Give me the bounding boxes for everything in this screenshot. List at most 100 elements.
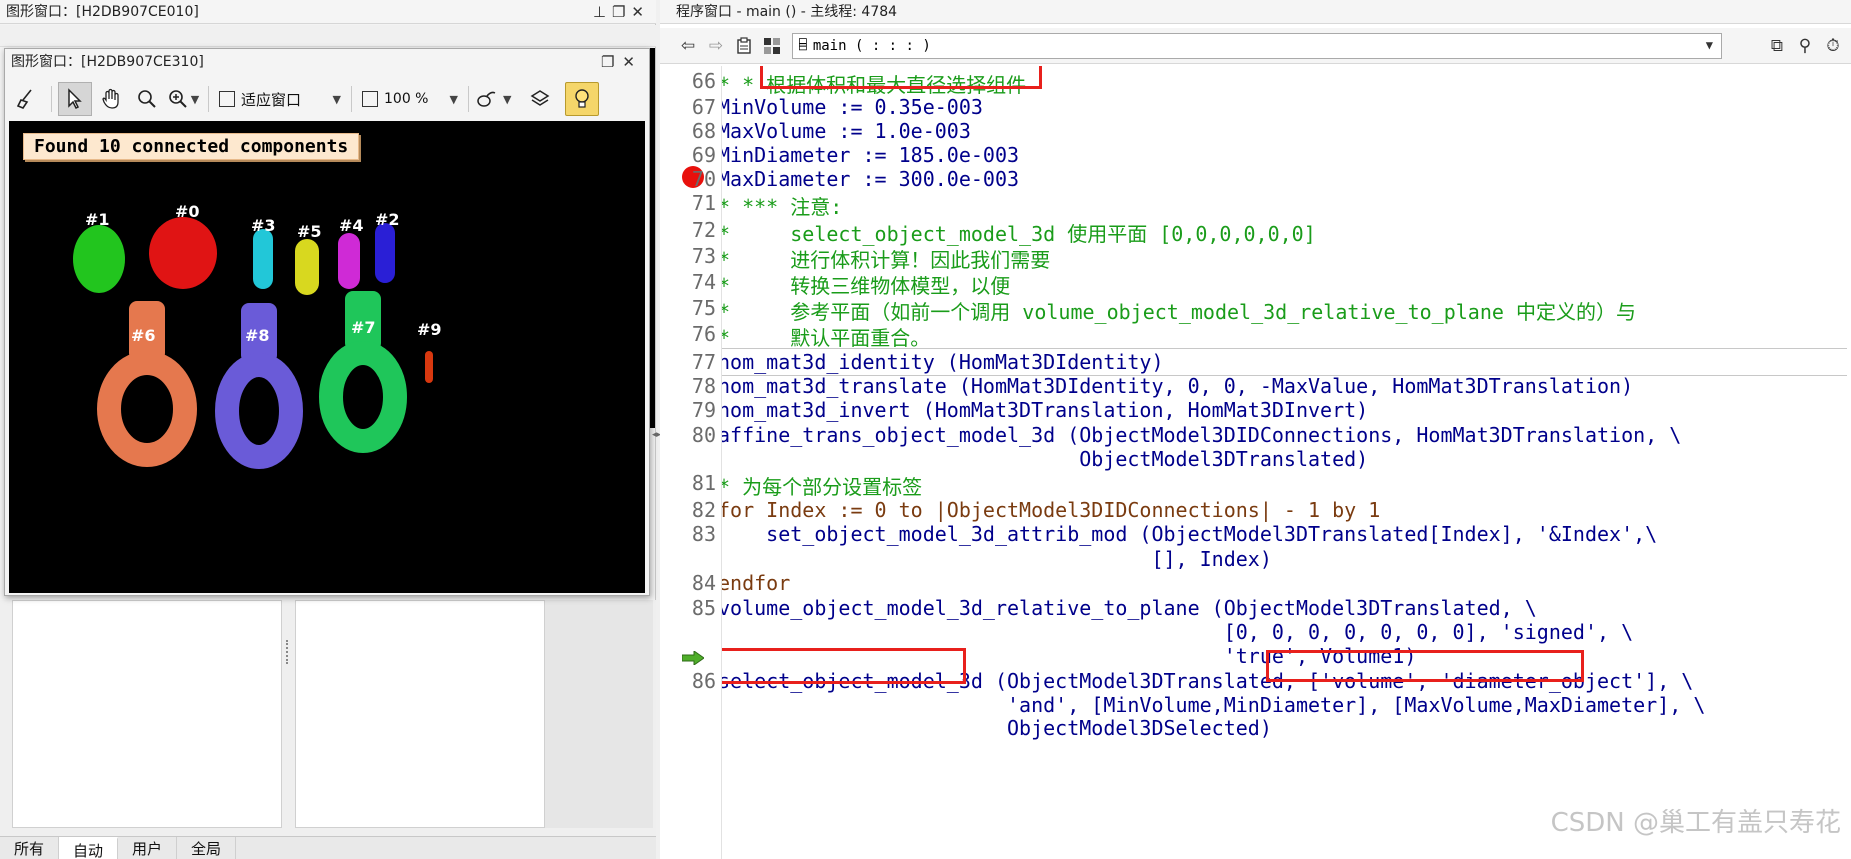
line-number[interactable]: 76 [660,322,716,346]
line-number[interactable]: 70 [660,167,716,191]
zoom-in-icon[interactable]: ▼ [166,82,200,116]
line-number[interactable]: 81 [660,471,716,495]
line-number[interactable]: 75 [660,296,716,320]
iconic-variables-pane[interactable] [12,600,282,828]
code-line[interactable]: endfor [722,571,790,595]
tab-auto[interactable]: 自动 [59,837,119,859]
line-number[interactable]: 83 [660,522,716,546]
code-line[interactable]: volume_object_model_3d_relative_to_plane… [722,596,1537,620]
object-1 [73,225,125,293]
code-line[interactable]: [], Index) [722,547,1271,571]
magnifier-icon[interactable] [130,82,164,116]
tab-all[interactable]: 所有 [0,837,60,859]
line-number[interactable]: 82 [660,498,716,522]
chevron-down-icon[interactable]: ▼ [1706,38,1713,52]
code-line[interactable]: [0, 0, 0, 0, 0, 0, 0], 'signed', \ [722,620,1633,644]
tab-user[interactable]: 用户 [118,837,178,859]
code-line[interactable]: * select_object_model_3d 使用平面 [0,0,0,0,0… [722,218,1316,247]
object-4 [338,233,360,289]
line-number-gutter[interactable]: 66 67 68 69 70 71 72 73 74 75 76 77 78 79 80 81 82 83 84 85… [660,66,722,859]
code-line[interactable]: MaxVolume := 1.0e-003 [722,119,971,143]
code-line[interactable]: * 为每个部分设置标签 [722,471,922,500]
line-number[interactable]: 68 [660,119,716,143]
code-line[interactable]: for Index := 0 to |ObjectModel3DIDConnec… [722,498,1380,522]
code-line[interactable]: 'and', [MinVolume,MinDiameter], [MaxVolu… [722,693,1705,717]
select-pointer-icon[interactable] [58,82,92,116]
floating-graphics-window[interactable]: 图形窗口：[H2DB907CE310] ❐✕ ▼ 适应窗口 ▼ 100 % ▼ … [4,48,650,596]
clear-brush-icon[interactable] [9,82,43,116]
panel-splitter[interactable]: ◂▸ [652,430,661,460]
pin-icon[interactable]: ⊥ [593,3,612,21]
back-arrow-icon[interactable]: ⇦ [674,32,702,60]
object-label-3: #3 [251,216,276,235]
close-icon[interactable]: ✕ [631,3,650,21]
clipboard-icon[interactable] [730,32,758,60]
chevron-down-icon[interactable]: ▼ [503,93,511,106]
code-line[interactable]: ObjectModel3DSelected) [722,716,1272,740]
zoom-dropdown[interactable]: 100 % ▼ [358,84,462,114]
line-number[interactable]: 78 [660,374,716,398]
code-line[interactable]: hom_mat3d_translate (HomMat3DIdentity, 0… [722,374,1633,398]
code-line[interactable]: MaxDiameter := 300.0e-003 [722,167,1019,191]
chevron-down-icon[interactable]: ▼ [333,93,341,106]
code-line[interactable]: set_object_model_3d_attrib_mod (ObjectMo… [722,522,1657,546]
code-line[interactable]: hom_mat3d_invert (HomMat3DTranslation, H… [722,398,1368,422]
line-number[interactable]: 69 [660,143,716,167]
copy-icon[interactable]: ⧉ [1763,32,1791,60]
line-number[interactable]: 79 [660,398,716,422]
line-number[interactable]: 84 [660,571,716,595]
control-variables-pane[interactable] [295,600,545,828]
line-number[interactable]: 73 [660,244,716,268]
program-window-title: 程序窗口 - main () - 主线程: 4784 [676,4,898,20]
lightbulb-icon[interactable] [565,82,600,116]
object-label-1: #1 [85,210,110,229]
pan-hand-icon[interactable] [94,82,128,116]
layers-icon[interactable] [523,82,557,116]
draw-shape-icon[interactable]: ▼ [475,82,511,116]
forward-arrow-icon[interactable]: ⇨ [702,32,730,60]
fit-window-dropdown[interactable]: 适应窗口 ▼ [215,84,345,114]
object-label-9: #9 [417,320,442,339]
graphics-canvas[interactable]: #0 #1 #2 #3 #4 #5 #6 #7 #8 #9 Found 10 connected … [9,121,645,593]
program-editor[interactable]: * * 根据体积和最大直径选择组件 MinVolume := 0.35e-003 M… [722,66,1851,859]
code-line[interactable]: hom_mat3d_identity (HomMat3DIdentity) [722,350,1164,374]
close-icon[interactable]: ✕ [622,53,643,71]
timer-icon[interactable]: ⏱ [1819,32,1847,60]
procedure-select[interactable]: ⌸ main ( : : : ) ▼ [792,32,1722,59]
line-number[interactable]: 77 [660,350,716,374]
program-counter-icon [682,651,704,665]
float-icon[interactable]: ❐ [612,3,631,21]
filter-icon[interactable]: ⚲ [1791,32,1819,60]
object-7 [319,341,407,453]
line-number[interactable]: 86 [660,669,716,693]
line-number[interactable]: 72 [660,218,716,242]
chevron-down-icon[interactable]: ▼ [191,93,199,106]
tab-global[interactable]: 全局 [177,837,237,859]
object-3 [253,229,273,289]
pane-splitter[interactable] [286,640,290,664]
line-number[interactable]: 71 [660,191,716,215]
code-line[interactable]: * 进行体积计算！因此我们需要 [722,244,1050,273]
code-line[interactable]: * 默认平面重合。 [722,322,930,351]
line-number[interactable]: 85 [660,596,716,620]
line-number[interactable]: 67 [660,95,716,119]
code-line[interactable]: * *** 注意: [722,191,842,220]
status-message: Found 10 connected components [23,133,360,160]
grid-icon[interactable] [758,32,786,60]
floating-window-title: 图形窗口：[H2DB907CE310] [11,54,204,70]
code-line[interactable]: * 参考平面（如前一个调用 volume_object_model_3d_rel… [722,296,1636,325]
float-icon[interactable]: ❐ [601,53,622,71]
line-number[interactable]: 80 [660,423,716,447]
chevron-down-icon[interactable]: ▼ [450,93,458,106]
procedure-select-value: main ( : : : ) [812,37,931,54]
code-line[interactable]: MinDiameter := 185.0e-003 [722,143,1019,167]
toolbar-separator [468,86,469,112]
line-number[interactable]: 74 [660,270,716,294]
code-line[interactable]: ObjectModel3DTranslated) [722,447,1368,471]
code-line[interactable]: * 转换三维物体模型，以便 [722,270,1010,299]
variable-pane-scroll[interactable] [545,600,653,828]
code-line[interactable]: affine_trans_object_model_3d (ObjectMode… [722,423,1681,447]
line-number[interactable]: 66 [660,69,716,93]
code-line[interactable]: MinVolume := 0.35e-003 [722,95,983,119]
floating-window-titlebar[interactable]: 图形窗口：[H2DB907CE310] ❐✕ [5,49,649,75]
